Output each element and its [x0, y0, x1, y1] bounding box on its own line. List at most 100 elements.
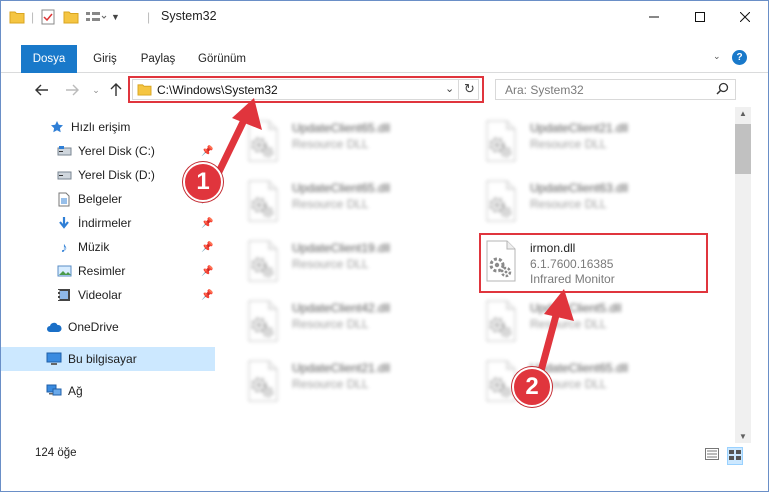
file-tile[interactable]: UpdateClient5.dll Resource DLL	[483, 295, 708, 349]
tab-file[interactable]: Dosya	[21, 45, 77, 73]
file-description: Resource DLL	[292, 377, 369, 391]
file-name: UpdateClient65.dll	[292, 181, 391, 195]
recent-locations-button[interactable]: ⌄	[85, 79, 107, 101]
sidebar-item-label: Videolar	[78, 288, 122, 302]
pin-icon[interactable]: 📌	[201, 266, 213, 277]
sidebar-item-network[interactable]: Ağ	[1, 379, 215, 403]
file-description: Resource DLL	[530, 317, 607, 331]
folder-icon	[9, 8, 25, 26]
scrollbar-thumb[interactable]	[735, 124, 751, 174]
star-icon	[49, 119, 65, 135]
ribbon-tabs: Dosya Giriş Paylaş Görünüm ⌄ ?	[1, 45, 768, 73]
window-title: System32	[161, 9, 217, 23]
maximize-icon	[695, 11, 705, 22]
drive-icon	[56, 143, 72, 159]
document-icon	[56, 191, 72, 207]
tiles-view-icon[interactable]	[727, 447, 743, 465]
download-icon	[56, 215, 72, 231]
music-icon: ♪	[60, 239, 68, 255]
view-options-icon[interactable]	[85, 8, 107, 26]
file-name: UpdateClient21.dll	[292, 361, 391, 375]
video-icon	[56, 287, 72, 303]
separator: |	[147, 10, 151, 24]
sidebar-item-pictures[interactable]: Resimler 📌	[1, 259, 215, 283]
file-description: Resource DLL	[292, 257, 369, 271]
sidebar-item-label: Yerel Disk (C:)	[78, 144, 155, 158]
sidebar-item-local-disk-c[interactable]: Yerel Disk (C:) 📌	[1, 139, 215, 163]
file-name: UpdateClient63.dll	[530, 181, 629, 195]
sidebar-item-label: Belgeler	[78, 192, 123, 206]
pin-icon[interactable]: 📌	[201, 290, 213, 301]
details-view-icon[interactable]	[705, 448, 719, 463]
file-tile[interactable]: UpdateClient42.dll Resource DLL	[245, 295, 470, 349]
address-highlight-box	[128, 76, 484, 103]
file-tile[interactable]: UpdateClient63.dll Resource DLL	[483, 175, 708, 229]
sidebar-item-label: Resimler	[78, 264, 126, 278]
customize-toolbar-icon[interactable]: ▼	[111, 8, 120, 26]
pin-icon[interactable]: 📌	[201, 242, 213, 253]
search-placeholder: Ara: System32	[505, 83, 584, 97]
expand-ribbon-icon[interactable]: ⌄	[713, 51, 721, 62]
drive-icon	[56, 167, 72, 183]
title-bar: | ▼ | System32	[1, 1, 768, 32]
file-name: UpdateClient65.dll	[292, 121, 391, 135]
help-icon[interactable]: ?	[732, 50, 747, 65]
file-tile[interactable]: UpdateClient65.dll Resource DLL	[245, 175, 470, 229]
sidebar-item-this-pc[interactable]: Bu bilgisayar	[1, 347, 215, 371]
minimize-icon	[649, 16, 659, 17]
sidebar-item-label: Ağ	[68, 384, 83, 398]
dll-file-icon	[483, 299, 519, 343]
new-folder-icon[interactable]	[63, 8, 79, 26]
pin-icon[interactable]: 📌	[201, 146, 213, 157]
file-tile[interactable]: UpdateClient21.dll Resource DLL	[245, 355, 470, 409]
forward-button[interactable]	[61, 79, 83, 101]
item-count: 124 öğe	[35, 447, 77, 459]
scroll-up-icon[interactable]: ▲	[739, 109, 747, 118]
file-description: Resource DLL	[530, 137, 607, 151]
explorer-window: | ▼ | System32 Dosya Giriş Paylaş Görünü…	[0, 0, 769, 492]
up-arrow-icon	[110, 83, 122, 96]
dll-file-icon	[483, 119, 519, 163]
search-icon[interactable]	[716, 82, 729, 98]
sidebar-item-label: Yerel Disk (D:)	[78, 168, 155, 182]
search-box[interactable]: Ara: System32	[495, 79, 736, 100]
network-icon	[46, 383, 62, 399]
dll-file-icon	[483, 179, 519, 223]
back-arrow-icon	[35, 84, 48, 96]
sidebar-item-quick-access[interactable]: Hızlı erişim	[1, 115, 215, 139]
properties-icon[interactable]	[41, 8, 55, 26]
sidebar-item-label: Bu bilgisayar	[68, 352, 137, 366]
file-tile[interactable]: UpdateClient19.dll Resource DLL	[245, 235, 470, 289]
dll-file-icon	[245, 239, 281, 283]
chevron-down-icon: ⌄	[92, 84, 100, 95]
dll-file-icon	[245, 359, 281, 403]
sidebar-item-downloads[interactable]: İndirmeler 📌	[1, 211, 215, 235]
file-tile[interactable]: UpdateClient65.dll Resource DLL	[245, 115, 470, 169]
close-icon	[740, 11, 750, 22]
sidebar-item-onedrive[interactable]: OneDrive	[1, 315, 215, 339]
computer-icon	[46, 351, 62, 367]
dll-file-icon	[245, 119, 281, 163]
sidebar-item-videos[interactable]: Videolar 📌	[1, 283, 215, 307]
sidebar-item-music[interactable]: ♪ Müzik 📌	[1, 235, 215, 259]
separator: |	[31, 10, 35, 24]
file-tile[interactable]: UpdateClient21.dll Resource DLL	[483, 115, 708, 169]
file-description: Resource DLL	[292, 137, 369, 151]
file-highlight-box	[479, 233, 708, 293]
file-description: Resource DLL	[292, 317, 369, 331]
close-button[interactable]	[722, 1, 768, 32]
tab-view[interactable]: Görünüm	[191, 45, 253, 73]
dll-file-icon	[245, 299, 281, 343]
status-bar: 124 öğe	[1, 443, 768, 465]
minimize-button[interactable]	[631, 1, 677, 32]
sidebar-item-label: Müzik	[78, 240, 110, 254]
sidebar-item-documents[interactable]: Belgeler 📌	[1, 187, 215, 211]
tab-home[interactable]: Giriş	[85, 45, 125, 73]
back-button[interactable]	[31, 79, 53, 101]
pin-icon[interactable]: 📌	[201, 218, 213, 229]
up-button[interactable]	[105, 79, 127, 101]
scroll-down-icon[interactable]: ▼	[739, 432, 747, 441]
tab-share[interactable]: Paylaş	[135, 45, 181, 73]
sidebar-item-label: Hızlı erişim	[71, 120, 131, 134]
maximize-button[interactable]	[677, 1, 723, 32]
